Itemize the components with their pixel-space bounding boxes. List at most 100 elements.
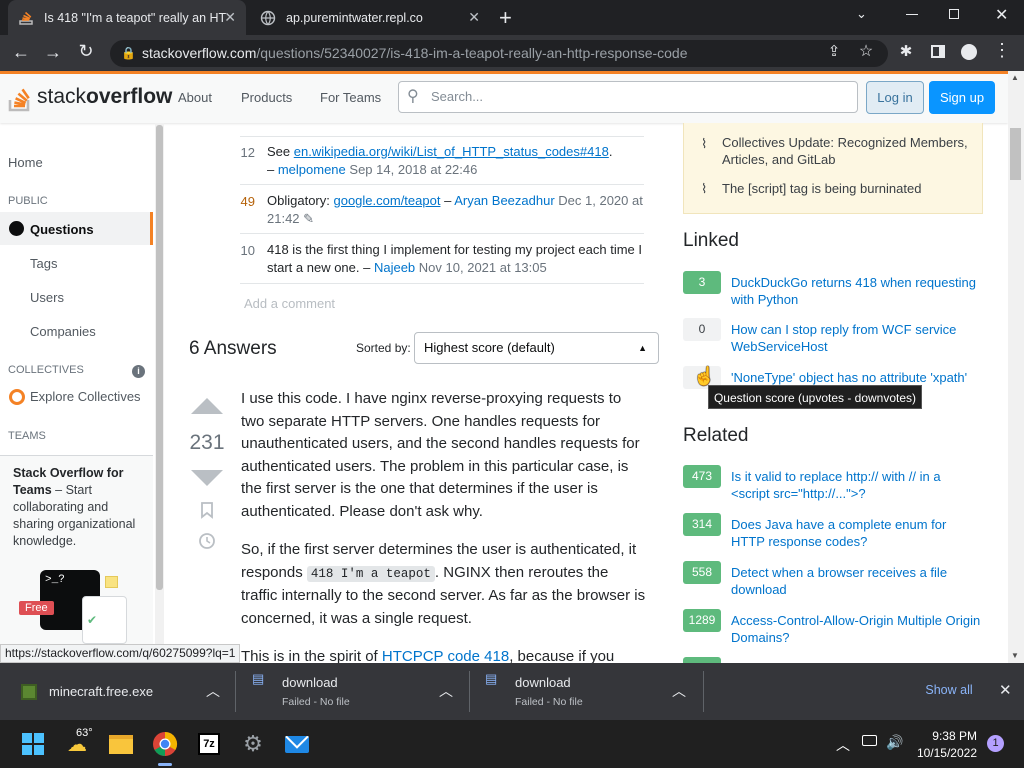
sidebar-scrollbar-thumb[interactable] (156, 125, 163, 590)
stack-logo-icon: ⌇ (701, 136, 708, 151)
nav-tags[interactable]: Tags (30, 256, 57, 271)
extensions-icon[interactable]: ✱ (896, 42, 916, 60)
nav-questions[interactable]: Questions (0, 212, 153, 245)
menu-icon[interactable]: ⋮ (992, 40, 1012, 61)
reload-icon[interactable]: ↻ (76, 41, 96, 62)
search-input[interactable]: ⚲ Search... (398, 81, 858, 113)
comment-author[interactable]: Aryan Beezadhur (454, 193, 554, 208)
new-tab-button[interactable]: + (499, 5, 512, 31)
related-question-link[interactable]: Does Java have a complete enum for HTTP … (731, 516, 981, 550)
question-score-badge[interactable]: 473 (683, 465, 721, 488)
comment-score: 12 (240, 145, 255, 160)
tray-chevron-up-icon[interactable]: ︿ (836, 735, 850, 755)
answer-paragraph: So, if the first server determines the u… (241, 539, 646, 630)
nav-users[interactable]: Users (30, 290, 64, 305)
close-tab-icon[interactable]: ✕ (468, 9, 480, 26)
chevron-up-icon[interactable]: ︿ (672, 681, 686, 701)
featured-item[interactable]: Collectives Update: Recognized Members, … (722, 134, 972, 168)
forward-icon[interactable]: → (43, 42, 63, 63)
back-icon[interactable]: ← (11, 42, 31, 63)
comment-author[interactable]: melpomene (278, 162, 346, 177)
windows-start-icon[interactable] (18, 729, 48, 759)
tab-stackoverflow[interactable]: Is 418 "I'm a teapot" really an HT ✕ (8, 0, 246, 35)
login-button[interactable]: Log in (866, 81, 924, 114)
downvote-arrow-icon[interactable] (191, 470, 223, 486)
related-question-link[interactable]: Detect when a browser receives a file do… (731, 564, 981, 598)
download-item[interactable]: ▤ download Failed - No file ︿ (470, 663, 703, 720)
history-icon[interactable] (197, 531, 217, 551)
bookmark-star-icon[interactable]: ☆ (856, 41, 876, 61)
show-all-button[interactable]: Show all (913, 676, 985, 705)
page-scrollbar-thumb[interactable] (1010, 128, 1021, 180)
question-score-badge[interactable]: 558 (683, 561, 721, 584)
battery-icon[interactable] (862, 735, 877, 746)
restore-icon[interactable] (949, 9, 959, 19)
free-badge: Free (19, 601, 54, 615)
address-bar[interactable]: 🔒 stackoverflow.com/questions/52340027/i… (110, 40, 888, 67)
inline-code: 418 I'm a teapot (306, 565, 435, 582)
signup-button[interactable]: Sign up (929, 81, 995, 114)
stackoverflow-logo[interactable]: stack overflow (8, 80, 172, 114)
scroll-down-arrow-icon[interactable]: ▼ (1011, 651, 1019, 660)
teams-header: TEAMS (8, 430, 46, 442)
clock-date[interactable]: 10/15/2022 (915, 746, 977, 760)
comment-divider (240, 233, 644, 234)
notification-badge[interactable]: 1 (987, 735, 1004, 752)
bookmark-icon[interactable] (200, 502, 214, 519)
tab-repl[interactable]: ap.puremintwater.repl.co ✕ (250, 0, 490, 35)
info-icon[interactable]: i (132, 365, 145, 378)
related-question-link[interactable]: Is it valid to replace http:// with // i… (731, 468, 981, 502)
mail-icon[interactable] (282, 729, 312, 759)
related-question-link[interactable]: Access-Control-Allow-Origin Multiple Ori… (731, 612, 981, 646)
file-explorer-icon[interactable] (106, 729, 136, 759)
close-window-icon[interactable]: ✕ (995, 5, 1008, 25)
profile-avatar-icon[interactable] (961, 44, 977, 60)
7zip-icon[interactable]: 7z (194, 729, 224, 759)
volume-icon[interactable]: 🔊 (886, 734, 903, 751)
answer-text: , because if you (509, 648, 615, 663)
question-score-badge[interactable]: 314 (683, 513, 721, 536)
add-comment-link[interactable]: Add a comment (244, 296, 335, 311)
close-tab-icon[interactable]: ✕ (224, 9, 236, 26)
scroll-up-arrow-icon[interactable]: ▲ (1011, 73, 1019, 82)
htcpcp-link[interactable]: HTCPCP code 418 (382, 648, 509, 663)
comment-divider (240, 136, 644, 137)
linked-question-link[interactable]: DuckDuckGo returns 418 when requesting w… (731, 274, 981, 308)
nav-about[interactable]: About (178, 90, 212, 105)
comment-link[interactable]: en.wikipedia.org/wiki/List_of_HTTP_statu… (294, 144, 609, 159)
share-icon[interactable]: ⇪ (824, 42, 844, 60)
weather-icon[interactable]: ☁ 63° (62, 727, 93, 759)
question-score-badge[interactable]: 3 (683, 271, 721, 294)
download-item[interactable]: minecraft.free.exe ︿ (0, 663, 235, 720)
nav-home[interactable]: Home (8, 155, 43, 170)
comment-author[interactable]: Najeeb (374, 260, 415, 275)
chrome-icon[interactable] (150, 729, 180, 759)
minimize-icon[interactable] (906, 14, 918, 15)
nav-products[interactable]: Products (241, 90, 292, 105)
download-item[interactable]: ▤ download Failed - No file ︿ (236, 663, 469, 720)
featured-item[interactable]: The [script] tag is being burninated (722, 180, 972, 197)
nav-explore-collectives[interactable]: Explore Collectives (30, 389, 141, 404)
side-panel-icon[interactable] (931, 45, 945, 58)
globe-icon (260, 10, 276, 25)
featured-on-meta-box: ⌇ Collectives Update: Recognized Members… (683, 123, 983, 214)
answer-text: This is in the spirit of (241, 648, 382, 663)
clock-time[interactable]: 9:38 PM (931, 729, 977, 743)
tooltip: Question score (upvotes - downvotes) (708, 385, 922, 409)
chevron-up-icon[interactable]: ︿ (206, 681, 220, 701)
linked-question-link[interactable]: 'NoneType' object has no attribute 'xpat… (731, 369, 981, 386)
settings-gear-icon[interactable]: ⚙ (238, 729, 268, 759)
chevron-up-icon[interactable]: ︿ (439, 681, 453, 701)
linked-question-link[interactable]: How can I stop reply from WCF service We… (731, 321, 981, 355)
tab-search-icon[interactable]: ⌄ (856, 6, 867, 22)
nav-companies[interactable]: Companies (30, 324, 96, 339)
public-header: PUBLIC (8, 195, 48, 207)
nav-for-teams[interactable]: For Teams (320, 90, 381, 105)
sort-select[interactable]: Highest score (default) ▲ (414, 332, 659, 364)
question-score-badge[interactable]: 0 (683, 318, 721, 341)
upvote-arrow-icon[interactable] (191, 398, 223, 414)
tab-title: Is 418 "I'm a teapot" really an HT (44, 10, 227, 25)
question-score-badge[interactable]: 1289 (683, 609, 721, 632)
comment-link[interactable]: google.com/teapot (333, 193, 440, 208)
close-download-shelf-icon[interactable]: ✕ (999, 681, 1012, 699)
